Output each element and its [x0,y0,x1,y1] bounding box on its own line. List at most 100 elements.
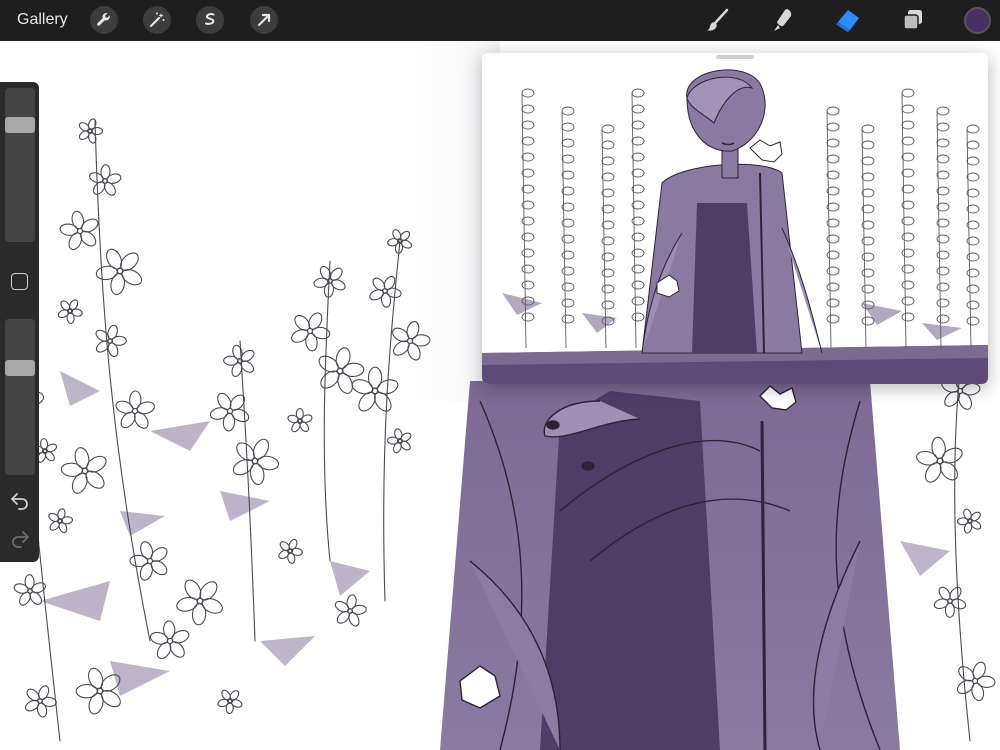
petal-sketch [400,440,411,451]
petal-sketch [136,401,155,415]
petal-sketch [971,682,985,702]
petal-sketch [60,462,83,477]
petal-sketch [13,583,29,594]
petal-sketch [163,620,176,640]
brush-icon [707,8,729,31]
petal-sketch [351,604,367,615]
undo-icon[interactable] [9,490,31,510]
petal-sketch [279,541,291,552]
petal-sketch [176,596,198,612]
sidebar [0,82,39,562]
blossom-center [116,267,124,275]
redo-icon[interactable] [9,528,31,548]
petal-sketch [120,411,136,429]
selection-button[interactable] [196,6,224,34]
eraser-tool-button[interactable] [833,5,863,35]
petal-sketch [140,541,154,560]
blossom-center [226,407,234,415]
petal-sketch [71,210,85,230]
petal-sketch [933,598,949,610]
petal-sketch [249,463,265,486]
blossom-center [196,597,204,605]
eraser-icon [836,10,859,33]
petal-sketch [346,594,357,610]
petal-sketch [29,591,42,605]
petal-sketch [59,223,79,236]
blossom-center [251,457,259,465]
petal-sketch [976,675,996,688]
petal-sketch [311,326,331,340]
petal-sketch [191,603,207,626]
petal-sketch [80,230,97,247]
petal-sketch [107,324,118,340]
adjustments-button[interactable] [143,6,171,34]
layers-icon [903,10,922,30]
brush-tool-button[interactable] [703,5,733,35]
petal-sketch [931,436,946,459]
transform-arrow-icon [257,13,271,27]
blossom-center [336,367,344,375]
petal-sketch [295,407,304,421]
petal-sketch [223,355,239,366]
blossom-center [131,407,139,415]
reference-window[interactable] [482,53,988,384]
petal-sketch [351,379,374,395]
top-toolbar: Gallery [0,0,1000,41]
petal-sketch [209,407,229,420]
petal-sketch [961,382,981,396]
petal-sketch [222,412,236,432]
blossom-center [96,687,104,695]
modify-button[interactable] [11,273,28,290]
blossom-center [166,637,174,645]
figure [440,381,900,750]
petal-sketch [129,390,142,410]
opacity-slider[interactable] [5,319,35,475]
color-picker-button[interactable] [964,7,991,34]
petal-sketch [100,164,111,180]
reference-drag-handle[interactable] [716,55,754,59]
petal-sketch [367,366,383,389]
brush-size-slider[interactable] [5,88,35,242]
petal-sketch [110,273,126,296]
transform-button[interactable] [250,6,278,34]
petal-sketch [41,696,57,707]
petal-sketch [958,666,975,682]
petal-sketch [335,347,351,369]
petal-sketch [149,631,169,645]
petal-sketch [95,265,118,281]
petal-sketch [305,332,318,352]
petal-sketch [956,517,970,526]
blossom-center [81,467,89,475]
selection-icon [205,13,215,25]
petal-sketch [88,667,104,690]
petal-sketch [232,344,243,360]
reference-image [482,53,988,384]
blossom-center [936,457,944,465]
brush-size-thumb[interactable] [5,116,35,133]
petal-sketch [129,554,149,568]
petal-sketch [313,277,329,288]
petal-sketch [916,450,938,466]
blossom-center [306,327,314,335]
petal-sketch [74,447,90,469]
gallery-button[interactable]: Gallery [17,11,68,29]
actions-button[interactable] [90,6,118,34]
petal-sketch [75,684,98,699]
wrench-icon [97,13,110,26]
blossom-center [146,557,154,565]
petal-sketch [342,362,365,378]
petal-sketch [225,701,234,715]
smudge-tool-button[interactable] [768,5,798,35]
blossom-center [971,677,979,685]
petal-sketch [36,702,48,718]
petal-sketch [24,574,35,590]
petal-sketch [106,173,122,184]
layers-button[interactable] [898,5,928,35]
smudge-icon [774,9,792,31]
magic-wand-icon [149,12,165,28]
opacity-thumb[interactable] [5,359,35,376]
petal-sketch [257,455,280,471]
blossom-center [371,387,379,395]
petal-sketch [329,267,343,281]
blossom-center [76,227,84,235]
